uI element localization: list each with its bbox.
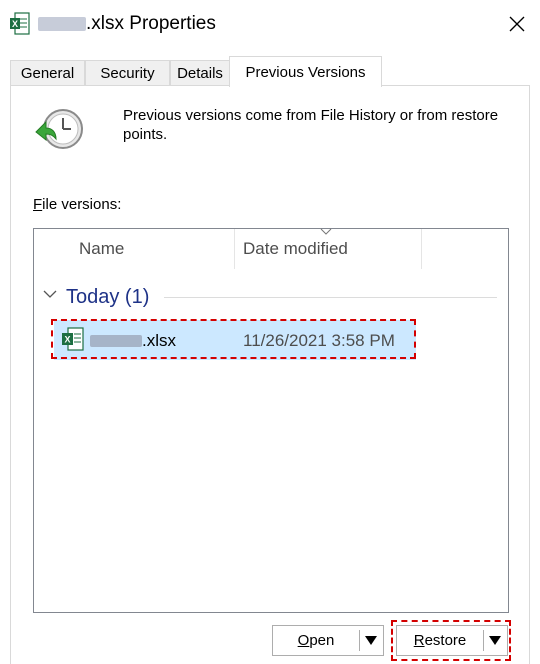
column-divider[interactable]	[234, 229, 235, 269]
tab-label: General	[20, 65, 75, 82]
label-text: pen	[309, 632, 335, 649]
file-name: .xlsx	[142, 331, 176, 350]
group-header-today[interactable]: Today (1)	[66, 286, 149, 309]
close-icon	[509, 16, 525, 32]
dropdown-arrow-icon[interactable]	[365, 636, 377, 645]
column-divider[interactable]	[421, 229, 422, 269]
tab-label: Security	[100, 65, 155, 82]
open-button[interactable]: Open	[272, 625, 384, 656]
tab-label: Previous Versions	[245, 63, 366, 81]
split-divider	[359, 630, 360, 651]
tab-previous-versions[interactable]: Previous Versions	[229, 56, 382, 87]
title-bar: X .xlsx Properties	[0, 0, 540, 48]
redacted-filename	[38, 17, 86, 31]
group-divider	[164, 297, 497, 298]
tab-details[interactable]: Details	[170, 60, 230, 86]
description-text: Previous versions come from File History…	[123, 107, 499, 143]
excel-file-icon: X	[62, 327, 84, 351]
clock-restore-icon	[35, 109, 83, 149]
redacted-filename	[90, 335, 142, 347]
column-header-date-modified[interactable]: Date modified	[243, 239, 348, 259]
label-text: ile versions:	[42, 196, 122, 213]
chevron-down-icon[interactable]	[43, 289, 57, 299]
svg-text:X: X	[12, 19, 18, 29]
file-versions-list[interactable]: Name Date modified Today (1) X .xlsx 11/…	[33, 228, 509, 613]
excel-file-icon: X	[10, 12, 30, 35]
tab-label: Details	[177, 65, 223, 82]
dropdown-arrow-icon[interactable]	[489, 636, 501, 645]
label-text: estore	[424, 632, 467, 649]
svg-text:X: X	[65, 335, 71, 345]
restore-button[interactable]: Restore	[396, 625, 508, 656]
sort-caret-icon	[320, 228, 332, 235]
access-key: F	[33, 196, 43, 213]
file-date-modified: 11/26/2021 3:58 PM	[243, 331, 395, 350]
open-button-label: Open	[273, 632, 359, 649]
file-versions-label: File versions:	[33, 196, 121, 213]
split-divider	[483, 630, 484, 651]
access-key: O	[297, 632, 310, 649]
tab-general[interactable]: General	[10, 60, 85, 86]
window-title: .xlsx Properties	[86, 13, 216, 34]
access-key: R	[413, 632, 425, 649]
restore-button-label: Restore	[397, 632, 483, 649]
column-header-name[interactable]: Name	[79, 239, 124, 259]
close-button[interactable]	[494, 0, 540, 48]
tab-security[interactable]: Security	[85, 60, 170, 86]
